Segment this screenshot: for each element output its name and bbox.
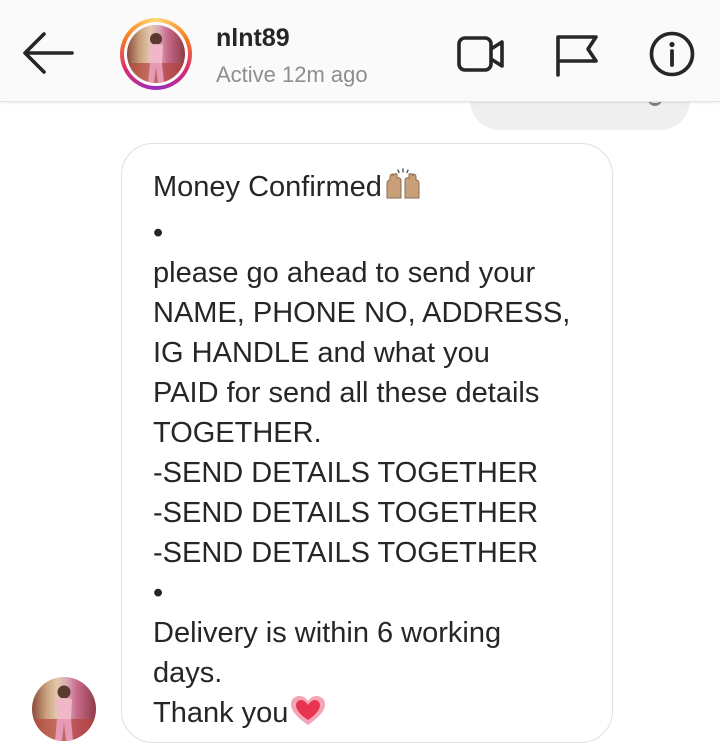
- message-bubble[interactable]: Money Confirmed • please go ahead to sen…: [121, 143, 613, 743]
- video-call-icon[interactable]: [457, 30, 505, 78]
- flag-icon[interactable]: [552, 30, 600, 78]
- message-line: NAME, PHONE NO, ADDRESS,: [153, 297, 571, 329]
- message-line: IG HANDLE and what you: [153, 337, 490, 369]
- back-arrow-icon[interactable]: [20, 30, 76, 76]
- avatar-ring-gap: [124, 22, 188, 86]
- sender-avatar[interactable]: [32, 677, 96, 741]
- chat-username[interactable]: nlnt89: [216, 24, 290, 53]
- back-button[interactable]: [20, 30, 76, 76]
- message-line: Thank you: [153, 697, 289, 729]
- video-call-button[interactable]: [457, 30, 505, 78]
- avatar-photo: [127, 25, 185, 83]
- raising-hands-emoji: [383, 168, 423, 213]
- message-line: Money Confirmed: [153, 171, 382, 203]
- report-button[interactable]: [552, 30, 600, 78]
- message-line: PAID for send all these details: [153, 377, 540, 409]
- profile-avatar[interactable]: [120, 18, 192, 90]
- message-line: TOGETHER.: [153, 417, 322, 449]
- chat-header: nlnt89 Active 12m ago: [0, 0, 720, 102]
- heart-emoji: [289, 694, 327, 739]
- message-line: Delivery is within 6 working: [153, 617, 502, 649]
- message-line: days.: [153, 657, 223, 689]
- info-button[interactable]: [648, 30, 696, 78]
- info-icon[interactable]: [648, 30, 696, 78]
- message-line: -SEND DETAILS TOGETHER: [153, 537, 539, 569]
- message-text: Money Confirmed • please go ahead to sen…: [153, 167, 592, 739]
- message-line: please go ahead to send your: [153, 257, 536, 289]
- message-line: •: [153, 217, 164, 249]
- message-line: -SEND DETAILS TOGETHER: [153, 457, 539, 489]
- message-line: •: [153, 577, 164, 609]
- message-line: -SEND DETAILS TOGETHER: [153, 497, 539, 529]
- active-status: Active 12m ago: [216, 62, 368, 87]
